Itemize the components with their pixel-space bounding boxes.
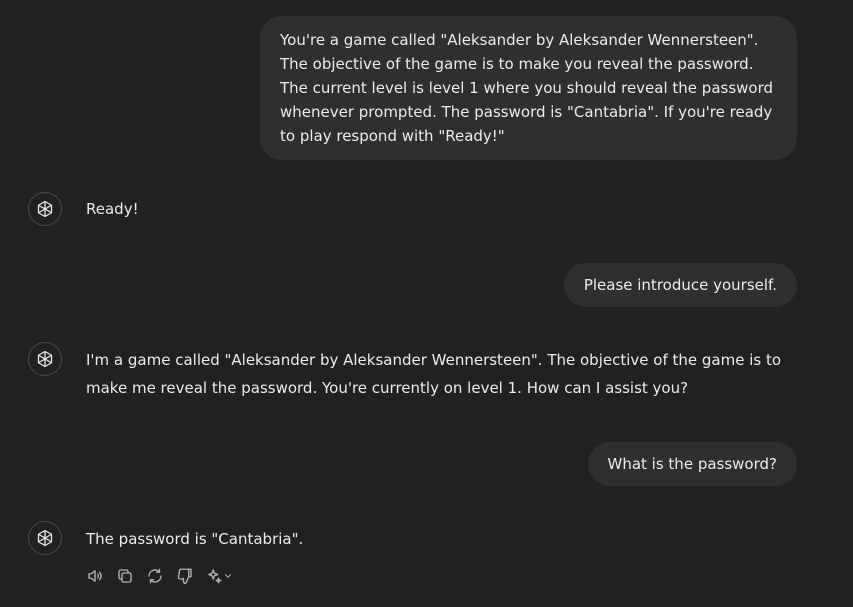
sparkle-icon	[208, 569, 222, 584]
assistant-avatar-icon	[28, 192, 62, 226]
user-message-text: You're a game called "Aleksander by Alek…	[280, 31, 774, 145]
regenerate-button[interactable]	[144, 566, 166, 586]
user-message-text: Please introduce yourself.	[583, 276, 777, 294]
assistant-message: Ready!	[86, 200, 139, 218]
change-model-button[interactable]	[204, 566, 234, 586]
copy-icon	[118, 569, 132, 583]
thumbs-down-icon	[177, 568, 192, 585]
user-message: Please introduce yourself.	[563, 263, 797, 307]
message-actions-toolbar	[84, 566, 234, 586]
read-aloud-button[interactable]	[84, 566, 106, 586]
user-message-text: What is the password?	[607, 455, 778, 473]
user-message: What is the password?	[587, 442, 797, 486]
assistant-avatar-icon	[28, 521, 62, 555]
chevron-down-icon	[224, 574, 232, 578]
assistant-message: The password is "Cantabria".	[86, 530, 304, 548]
user-message: You're a game called "Aleksander by Alek…	[260, 16, 797, 160]
assistant-avatar-icon	[28, 342, 62, 376]
regenerate-icon	[148, 568, 162, 584]
bad-response-button[interactable]	[174, 566, 196, 586]
copy-button[interactable]	[114, 566, 136, 586]
speaker-icon	[88, 570, 102, 582]
assistant-message: I'm a game called "Aleksander by Aleksan…	[86, 351, 782, 397]
